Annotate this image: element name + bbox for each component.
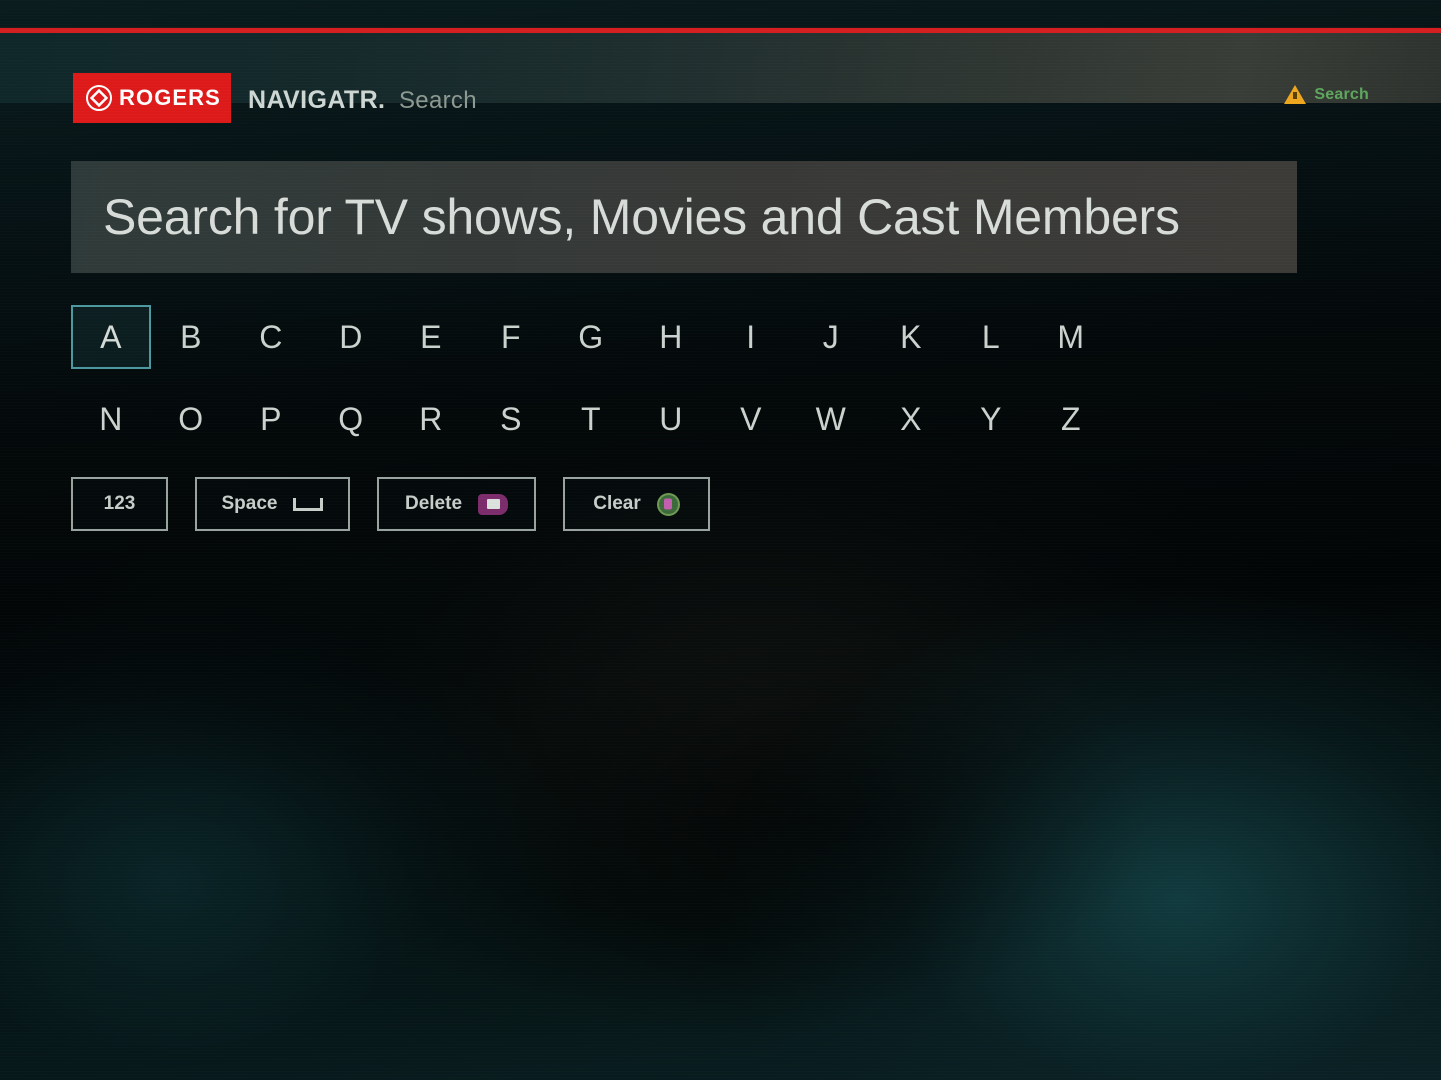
key-w[interactable]: W <box>791 387 871 451</box>
rogers-wordmark: ROGERS <box>119 85 221 110</box>
keyboard-function-row: 123 Space Delete Clear <box>71 477 710 531</box>
keyboard-row: A B C D E F G H I J K L M <box>71 305 1171 387</box>
space-button[interactable]: Space <box>195 477 350 531</box>
background-vignette <box>0 520 1441 1080</box>
key-k[interactable]: K <box>871 305 951 369</box>
delete-button[interactable]: Delete <box>377 477 536 531</box>
key-l[interactable]: L <box>951 305 1031 369</box>
key-e[interactable]: E <box>391 305 471 369</box>
clear-button-label: Clear <box>593 493 641 514</box>
clear-circle-icon <box>656 492 680 516</box>
key-a[interactable]: A <box>71 305 151 369</box>
key-m[interactable]: M <box>1031 305 1111 369</box>
delete-button-label: Delete <box>404 493 463 514</box>
header-right-group[interactable]: Search <box>1284 85 1369 104</box>
warning-triangle-icon <box>1284 85 1307 104</box>
backspace-icon <box>478 493 509 515</box>
app-header: ROGERS NAVIGATR. Search Search <box>0 33 1441 123</box>
key-v[interactable]: V <box>711 387 791 451</box>
space-button-label: Space <box>221 493 278 514</box>
search-input-placeholder: Search for TV shows, Movies and Cast Mem… <box>103 189 1180 245</box>
header-right-label: Search <box>1314 85 1369 103</box>
rogers-diamond-icon <box>86 85 112 111</box>
key-z[interactable]: Z <box>1031 387 1111 451</box>
key-q[interactable]: Q <box>311 387 391 451</box>
key-c[interactable]: C <box>231 305 311 369</box>
rogers-logo-badge[interactable]: ROGERS <box>73 73 231 123</box>
keyboard-row: N O P Q R S T U V W X Y Z <box>71 387 1171 469</box>
key-u[interactable]: U <box>631 387 711 451</box>
navigatr-wordmark: NAVIGATR. <box>248 86 386 114</box>
onscreen-keyboard[interactable]: A B C D E F G H I J K L M N O P Q R S T … <box>71 305 1171 469</box>
clear-button[interactable]: Clear <box>563 477 710 531</box>
key-h[interactable]: H <box>631 305 711 369</box>
page-title: Search <box>399 87 477 114</box>
tv-search-screen: ROGERS NAVIGATR. Search Search Search fo… <box>0 0 1441 1080</box>
numeric-mode-button[interactable]: 123 <box>71 477 168 531</box>
key-f[interactable]: F <box>471 305 551 369</box>
key-r[interactable]: R <box>391 387 471 451</box>
key-g[interactable]: G <box>551 305 631 369</box>
key-j[interactable]: J <box>791 305 871 369</box>
key-d[interactable]: D <box>311 305 391 369</box>
spacebar-icon <box>293 497 324 511</box>
search-input[interactable]: Search for TV shows, Movies and Cast Mem… <box>71 161 1297 273</box>
key-t[interactable]: T <box>551 387 631 451</box>
key-s[interactable]: S <box>471 387 551 451</box>
numeric-mode-label: 123 <box>103 493 136 514</box>
key-n[interactable]: N <box>71 387 151 451</box>
key-x[interactable]: X <box>871 387 951 451</box>
key-b[interactable]: B <box>151 305 231 369</box>
key-o[interactable]: O <box>151 387 231 451</box>
key-i[interactable]: I <box>711 305 791 369</box>
key-p[interactable]: P <box>231 387 311 451</box>
key-y[interactable]: Y <box>951 387 1031 451</box>
